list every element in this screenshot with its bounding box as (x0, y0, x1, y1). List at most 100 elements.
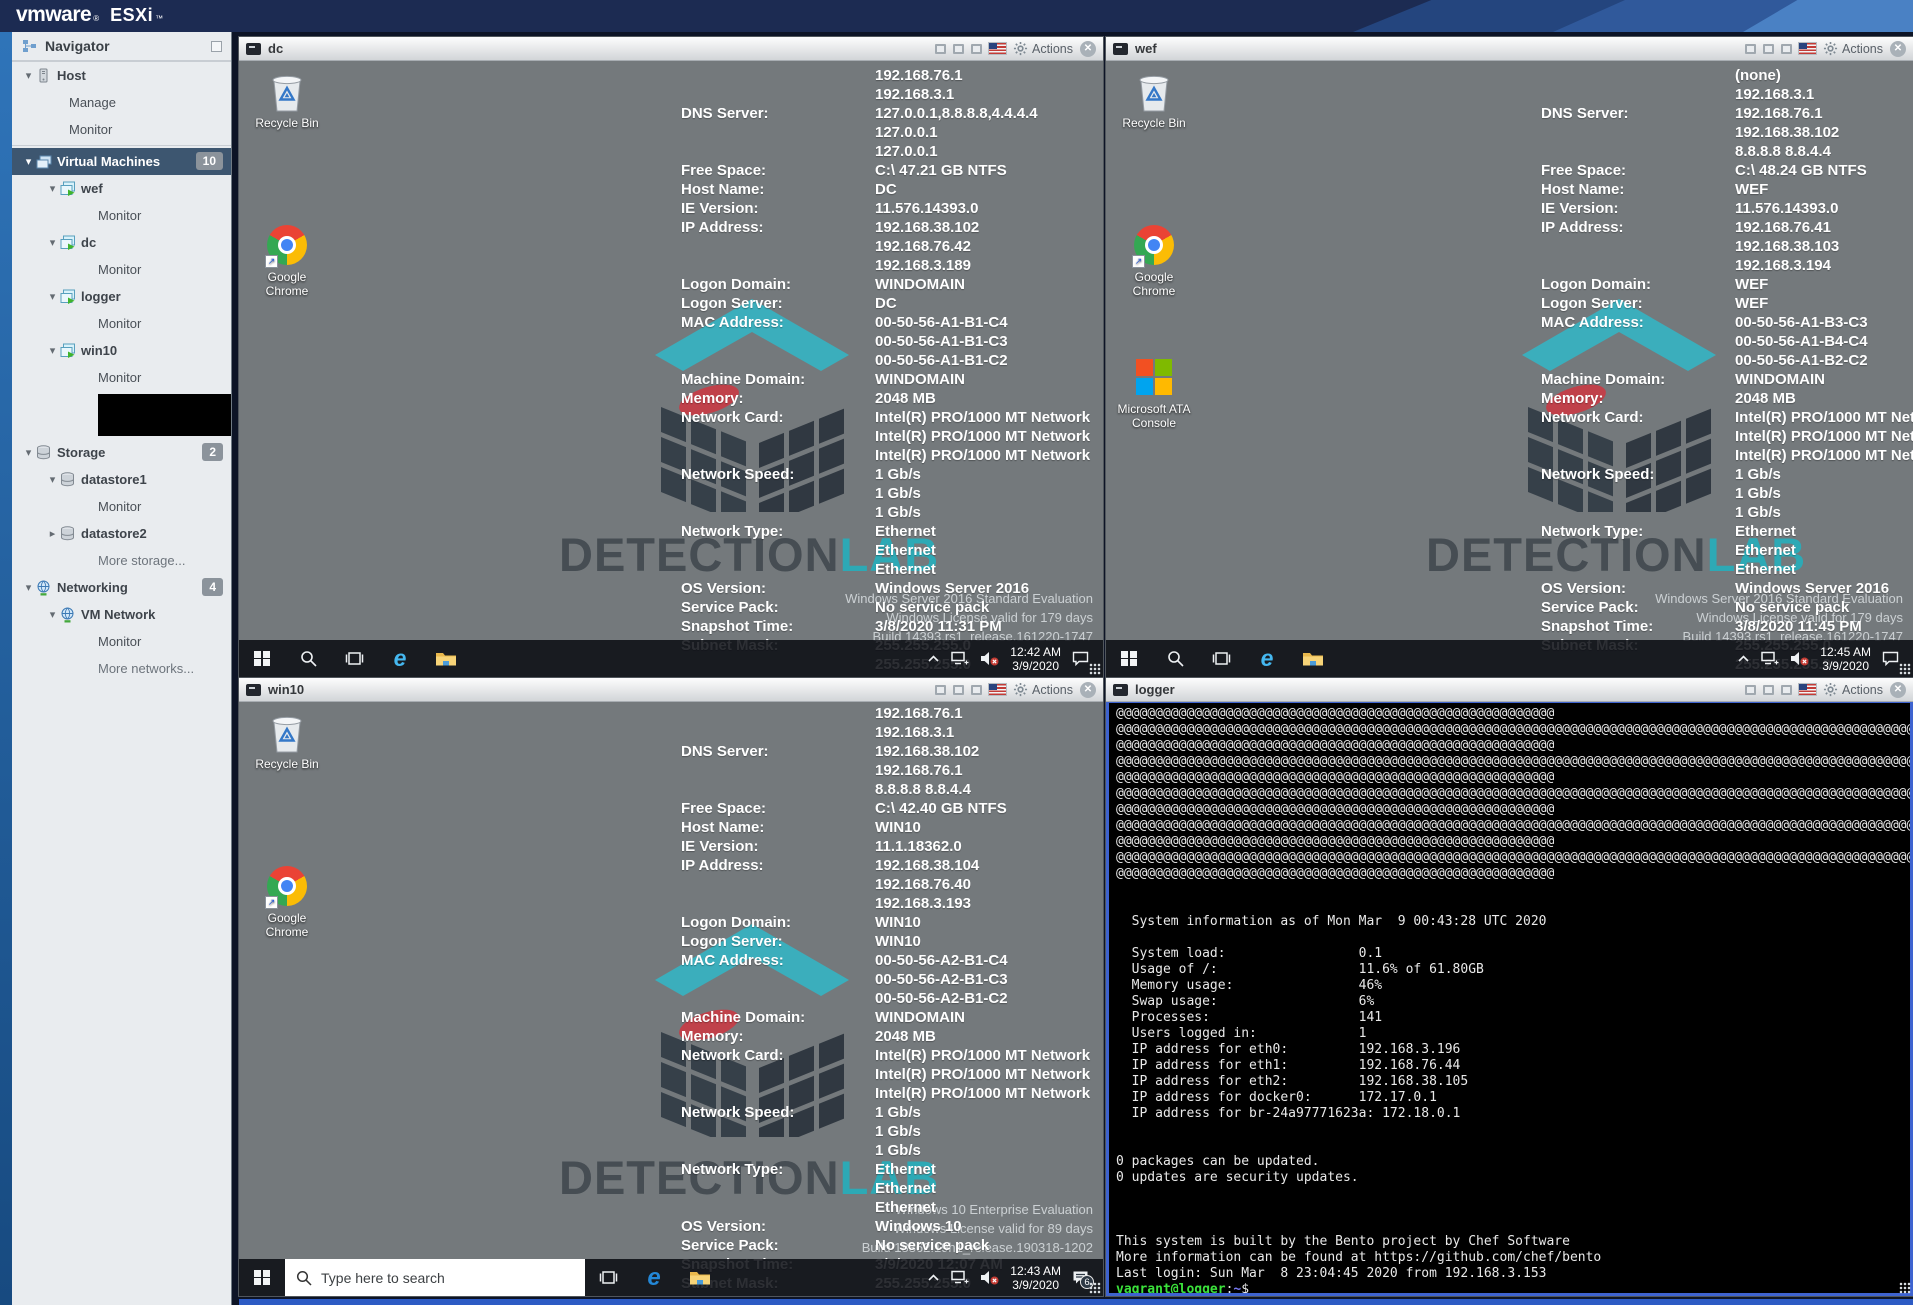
volume-muted-icon[interactable] (980, 651, 999, 666)
sidebar-item-monitor[interactable]: Monitor (12, 256, 231, 283)
sidebar-item-win10[interactable]: ▾win10 (12, 337, 231, 364)
sidebar-item-monitor[interactable]: Monitor (12, 202, 231, 229)
sidebar-item-datastore1[interactable]: ▾datastore1 (12, 466, 231, 493)
sidebar-item-monitor[interactable]: Monitor (12, 116, 231, 143)
desktop-icon-google-chrome[interactable]: ↗Google Chrome (1114, 223, 1194, 298)
close-icon[interactable]: ✕ (1890, 41, 1906, 57)
window-layout-icon[interactable] (953, 44, 964, 54)
sidebar-item-monitor[interactable]: Monitor (12, 628, 231, 655)
pin-panel-icon[interactable] (211, 41, 222, 52)
resize-grip[interactable] (1089, 663, 1101, 675)
sidebar-item-vm-network[interactable]: ▾VM Network (12, 601, 231, 628)
internet-explorer-icon[interactable]: e (377, 640, 423, 677)
task-view-icon[interactable] (331, 640, 377, 677)
start-button[interactable] (1106, 640, 1152, 677)
network-icon[interactable] (951, 1270, 969, 1285)
actions-button[interactable]: Actions (1823, 682, 1883, 697)
window-layout-icon[interactable] (953, 685, 964, 695)
sidebar-item-storage[interactable]: ▾Storage2 (12, 439, 231, 466)
vm-desktop[interactable]: DETECTIONLAB Recycle Bin↗Google Chrome 1… (239, 61, 1103, 677)
resize-grip[interactable] (1089, 1282, 1101, 1294)
pane-titlebar[interactable]: logger Actions ✕ (1106, 678, 1913, 702)
sidebar-item-monitor[interactable]: Monitor (12, 364, 231, 391)
file-explorer-icon[interactable] (423, 640, 469, 677)
search-icon[interactable] (285, 640, 331, 677)
volume-muted-icon[interactable] (980, 1270, 999, 1285)
window-layout-icon[interactable] (935, 685, 946, 695)
desktop-icon-google-chrome[interactable]: ↗Google Chrome (247, 864, 327, 939)
close-icon[interactable]: ✕ (1080, 682, 1096, 698)
keyboard-layout-flag-icon[interactable] (1799, 43, 1816, 54)
pane-titlebar[interactable]: wef Actions ✕ (1106, 37, 1913, 61)
notifications-icon[interactable]: 6 (1072, 1270, 1089, 1285)
internet-explorer-icon[interactable]: e (1244, 640, 1290, 677)
taskbar-search-input[interactable] (321, 1270, 574, 1286)
pane-titlebar[interactable]: dc Actions ✕ (239, 37, 1103, 61)
sidebar-item-more-networks[interactable]: More networks... (12, 655, 231, 682)
chevron-up-icon[interactable] (927, 1273, 940, 1282)
sidebar-item-logger[interactable]: ▾logger (12, 283, 231, 310)
bginfo-value: 1 Gb/s (875, 485, 921, 504)
search-icon[interactable] (1152, 640, 1198, 677)
pane-titlebar[interactable]: win10 Actions ✕ (239, 678, 1103, 702)
linux-terminal[interactable]: @@@@@@@@@@@@@@@@@@@@@@@@@@@@@@@@@@@@@@@@… (1106, 702, 1913, 1296)
desktop-icon-recycle-bin[interactable]: Recycle Bin (247, 69, 327, 130)
chevron-up-icon[interactable] (927, 654, 940, 663)
edge-icon[interactable]: e (631, 1259, 677, 1296)
resize-grip[interactable] (1899, 663, 1911, 675)
sidebar-item-manage[interactable]: Manage (12, 89, 231, 116)
task-view-icon[interactable] (585, 1259, 631, 1296)
sidebar-item-monitor[interactable]: Monitor (12, 310, 231, 337)
close-icon[interactable]: ✕ (1890, 682, 1906, 698)
sidebar-item-datastore2[interactable]: ▸datastore2 (12, 520, 231, 547)
window-layout-icon[interactable] (1745, 44, 1756, 54)
sidebar-item-dc[interactable]: ▾dc (12, 229, 231, 256)
actions-button[interactable]: Actions (1013, 41, 1073, 56)
keyboard-layout-flag-icon[interactable] (989, 43, 1006, 54)
keyboard-layout-flag-icon[interactable] (989, 684, 1006, 695)
network-icon[interactable] (951, 651, 969, 666)
start-button[interactable] (239, 640, 285, 677)
start-button[interactable] (239, 1259, 285, 1296)
desktop-icon-recycle-bin[interactable]: Recycle Bin (247, 710, 327, 771)
window-layout-icon[interactable] (1763, 44, 1774, 54)
file-explorer-icon[interactable] (1290, 640, 1336, 677)
chevron-up-icon[interactable] (1737, 654, 1750, 663)
desktop-icon-microsoft-ata-console[interactable]: Microsoft ATA Console (1114, 355, 1194, 430)
vm-desktop[interactable]: DETECTIONLAB Recycle Bin↗Google Chrome 1… (239, 702, 1103, 1296)
taskbar-clock[interactable]: 12:45 AM3/9/2020 (1820, 645, 1871, 673)
actions-button[interactable]: Actions (1013, 682, 1073, 697)
window-layout-icon[interactable] (971, 44, 982, 54)
sidebar-item-host[interactable]: ▾Host (12, 62, 231, 89)
window-layout-icon[interactable] (1781, 44, 1792, 54)
desktop-icon-recycle-bin[interactable]: Recycle Bin (1114, 69, 1194, 130)
network-icon[interactable] (1761, 651, 1779, 666)
bginfo-label (681, 485, 875, 504)
window-layout-icon[interactable] (971, 685, 982, 695)
taskbar-clock[interactable]: 12:42 AM3/9/2020 (1010, 645, 1061, 673)
sidebar-item-networking[interactable]: ▾Networking4 (12, 574, 231, 601)
notifications-icon[interactable] (1882, 651, 1899, 666)
keyboard-layout-flag-icon[interactable] (1799, 684, 1816, 695)
resize-grip[interactable] (1899, 1282, 1911, 1294)
desktop-icon-google-chrome[interactable]: ↗Google Chrome (247, 223, 327, 298)
window-layout-icon[interactable] (1745, 685, 1756, 695)
volume-muted-icon[interactable] (1790, 651, 1809, 666)
window-layout-icon[interactable] (1781, 685, 1792, 695)
sidebar-item-wef[interactable]: ▾wef (12, 175, 231, 202)
sidebar-item-more-storage[interactable]: More storage... (12, 547, 231, 574)
close-icon[interactable]: ✕ (1080, 41, 1096, 57)
taskbar-search-box[interactable] (285, 1259, 585, 1296)
vm-desktop[interactable]: DETECTIONLAB Recycle Bin↗Google ChromeMi… (1106, 61, 1913, 677)
file-explorer-icon[interactable] (677, 1259, 723, 1296)
bginfo-row: DNS Server:127.0.0.1,8.8.8.8,4.4.4.4 (681, 105, 1090, 124)
notifications-icon[interactable] (1072, 651, 1089, 666)
vm-icon (35, 155, 52, 169)
task-view-icon[interactable] (1198, 640, 1244, 677)
window-layout-icon[interactable] (1763, 685, 1774, 695)
actions-button[interactable]: Actions (1823, 41, 1883, 56)
window-layout-icon[interactable] (935, 44, 946, 54)
taskbar-clock[interactable]: 12:43 AM3/9/2020 (1010, 1264, 1061, 1292)
sidebar-item-virtual-machines[interactable]: ▾Virtual Machines10 (12, 148, 231, 175)
sidebar-item-monitor[interactable]: Monitor (12, 493, 231, 520)
